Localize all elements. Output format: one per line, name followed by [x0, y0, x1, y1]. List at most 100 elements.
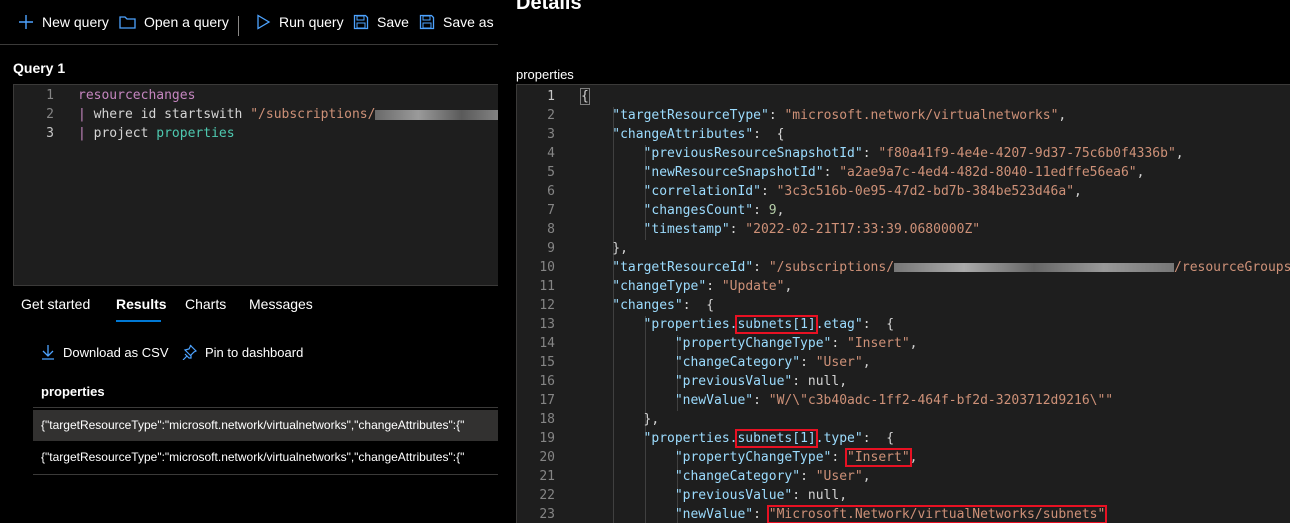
pipe-operator: | [78, 107, 86, 122]
active-tab-indicator [116, 320, 161, 322]
json-string: "User" [815, 355, 863, 370]
save-as-button[interactable]: Save as [419, 10, 494, 34]
open-query-button[interactable]: Open a query [119, 10, 229, 34]
json-line: 10 "targetResourceId": "/subscriptions//r… [517, 258, 1290, 277]
json-punct: , [862, 469, 871, 484]
field-properties: properties [156, 126, 235, 141]
json-key: "targetResourceId" [612, 260, 754, 275]
json-viewer[interactable]: 1{2 "targetResourceType": "microsoft.netw… [516, 84, 1290, 523]
results-tabs: Get started Results Charts Messages [0, 292, 498, 324]
pin-dashboard-label: Pin to dashboard [205, 344, 304, 360]
line-number: 17 [539, 393, 555, 408]
json-punct: , [1175, 146, 1184, 161]
details-title: Details [516, 0, 582, 14]
json-string: "microsoft.network/virtualnetworks" [784, 108, 1059, 123]
json-key: "propertyChangeType" [674, 336, 832, 351]
json-code: "previousValue": null, [674, 374, 848, 389]
json-line: 18}, [517, 410, 1290, 429]
line-number: 16 [539, 374, 555, 389]
details-panel: Details properties 1{2 "targetResourceTyp… [498, 0, 1290, 523]
query-editor[interactable]: 1 2 3 resourcechanges | where id startsw… [13, 84, 498, 286]
json-line: 11 "changeType": "Update", [517, 277, 1290, 296]
json-line: 4 "previousResourceSnapshotId": "f80a41f9… [517, 144, 1290, 163]
json-line: 6 "correlationId": "3c3c516b-0e95-47d2-bd… [517, 182, 1290, 201]
line-number: 18 [539, 412, 555, 427]
json-punct: , [862, 355, 871, 370]
query-line-1: resourcechanges [78, 88, 195, 103]
json-string: /resourceGroups/ [1174, 260, 1290, 275]
json-code: "changeCategory": "User", [674, 469, 871, 484]
json-code: "properties.subnets[1].type": { [643, 429, 895, 448]
line-number: 6 [547, 184, 555, 199]
tab-charts[interactable]: Charts [185, 296, 226, 312]
json-punct: { [878, 317, 895, 332]
json-line: 8 "timestamp": "2022-02-21T17:33:39.06800… [517, 220, 1290, 239]
json-line: 23 "newValue": "Microsoft.Network/virtual… [517, 505, 1290, 523]
table-row[interactable]: {"targetResourceType":"microsoft.network… [33, 410, 498, 441]
json-line: 22 "previousValue": null, [517, 486, 1290, 505]
line-number: 15 [539, 355, 555, 370]
query-tab-title[interactable]: Query 1 [13, 60, 65, 76]
json-key: "newValue" [674, 393, 754, 408]
json-code: "previousResourceSnapshotId": "f80a41f9-… [643, 146, 1184, 161]
pin-dashboard-button[interactable]: Pin to dashboard [181, 344, 303, 360]
json-string: "f80a41f9-4e4e-4207-9d37-75c6b0f4336b" [878, 146, 1176, 161]
json-string: "2022-02-21T17:33:39.0680000Z" [745, 222, 981, 237]
json-code: }, [612, 239, 628, 258]
new-query-button[interactable]: New query [18, 10, 109, 34]
line-number: 22 [539, 488, 555, 503]
json-key: "correlationId" [643, 184, 761, 199]
json-code: "targetResourceType": "microsoft.network… [612, 108, 1067, 123]
json-key: "newValue" [674, 507, 754, 522]
table-row[interactable]: {"targetResourceType":"microsoft.network… [33, 442, 498, 473]
json-code: "correlationId": "3c3c516b-0e95-47d2-bd7… [643, 184, 1082, 199]
line-number: 20 [539, 450, 555, 465]
open-query-label: Open a query [144, 14, 229, 30]
json-line: 14 "propertyChangeType": "Insert", [517, 334, 1290, 353]
download-csv-label: Download as CSV [63, 344, 169, 360]
line-number: 5 [547, 165, 555, 180]
json-line: 12 "changes": { [517, 296, 1290, 315]
tab-results[interactable]: Results [116, 296, 167, 312]
line-number: 8 [547, 222, 555, 237]
json-key: "timestamp" [643, 222, 730, 237]
save-button[interactable]: Save [353, 10, 409, 34]
run-query-button[interactable]: Run query [255, 10, 344, 34]
json-code: "propertyChangeType": "Insert", [674, 448, 918, 467]
line-number: 4 [547, 146, 555, 161]
json-punct: , [909, 450, 918, 465]
pipe-operator: | [78, 126, 86, 141]
json-key: "properties. [643, 317, 738, 332]
properties-label: properties [516, 67, 574, 82]
line-number: 3 [46, 126, 54, 141]
json-line: 2 "targetResourceType": "microsoft.networ… [517, 106, 1290, 125]
tab-messages[interactable]: Messages [249, 296, 313, 312]
download-csv-button[interactable]: Download as CSV [41, 344, 169, 360]
line-number: 19 [539, 431, 555, 446]
save-label: Save [377, 14, 409, 30]
new-query-label: New query [42, 14, 109, 30]
line-number: 1 [547, 89, 555, 104]
json-code: "newResourceSnapshotId": "a2ae9a7c-4ed4-… [643, 165, 1145, 180]
json-punct: , [839, 488, 848, 503]
json-string: "3c3c516b-0e95-47d2-bd7b-384be523d46a" [776, 184, 1075, 199]
json-brace: }, [612, 241, 628, 256]
query-line-3: | project properties [78, 126, 235, 141]
line-number: 13 [539, 317, 555, 332]
json-key: "newResourceSnapshotId" [643, 165, 824, 180]
json-punct: { [768, 127, 785, 142]
json-code: "changeType": "Update", [612, 279, 793, 294]
json-key: "previousValue" [674, 488, 793, 503]
json-string: "a2ae9a7c-4ed4-482d-8040-11edffe56ea6" [839, 165, 1137, 180]
json-punct: , [784, 279, 793, 294]
json-code: "changes": { [612, 298, 715, 313]
line-number: 11 [539, 279, 555, 294]
json-line: 9}, [517, 239, 1290, 258]
redacted-subscription [375, 109, 498, 120]
json-code: "changeCategory": "User", [674, 355, 871, 370]
tab-get-started[interactable]: Get started [21, 296, 90, 312]
json-key: "previousValue" [674, 374, 793, 389]
json-line: 1{ [517, 87, 1290, 106]
json-key-highlight: subnets[1] [735, 315, 818, 334]
results-column-header[interactable]: properties [41, 384, 105, 399]
